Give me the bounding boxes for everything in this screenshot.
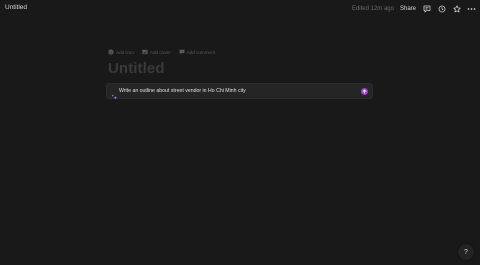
arrow-up-icon: [362, 89, 367, 93]
comment-icon: [179, 49, 185, 55]
ai-prompt-input[interactable]: [119, 85, 355, 97]
page-actions: Add icon Add cover Add comment: [108, 49, 215, 55]
page-title[interactable]: Untitled: [108, 60, 165, 77]
breadcrumb-page-title[interactable]: Untitled: [5, 4, 27, 11]
add-cover-label: Add cover: [149, 49, 171, 55]
edited-timestamp[interactable]: Edited 12m ago: [352, 6, 394, 12]
add-comment-label: Add comment: [186, 49, 215, 55]
more-icon[interactable]: [467, 4, 476, 13]
share-button[interactable]: Share: [400, 6, 416, 12]
star-icon[interactable]: [452, 4, 461, 13]
ai-prompt-box: [107, 84, 372, 100]
add-icon-button[interactable]: Add icon: [108, 49, 134, 55]
add-icon-label: Add icon: [116, 49, 134, 55]
topbar-actions: Edited 12m ago Share: [352, 3, 476, 14]
top-bar: Untitled Edited 12m ago Share: [0, 0, 480, 18]
add-cover-button[interactable]: Add cover: [142, 49, 171, 55]
clock-icon[interactable]: [437, 4, 446, 13]
ai-submit-button[interactable]: [361, 87, 368, 95]
comment-icon[interactable]: [422, 4, 431, 13]
add-comment-button[interactable]: Add comment: [179, 49, 215, 55]
smiley-icon: [108, 49, 114, 55]
ai-sparkle-icon: [111, 87, 118, 100]
help-button[interactable]: ?: [458, 244, 474, 260]
image-icon: [142, 49, 148, 55]
